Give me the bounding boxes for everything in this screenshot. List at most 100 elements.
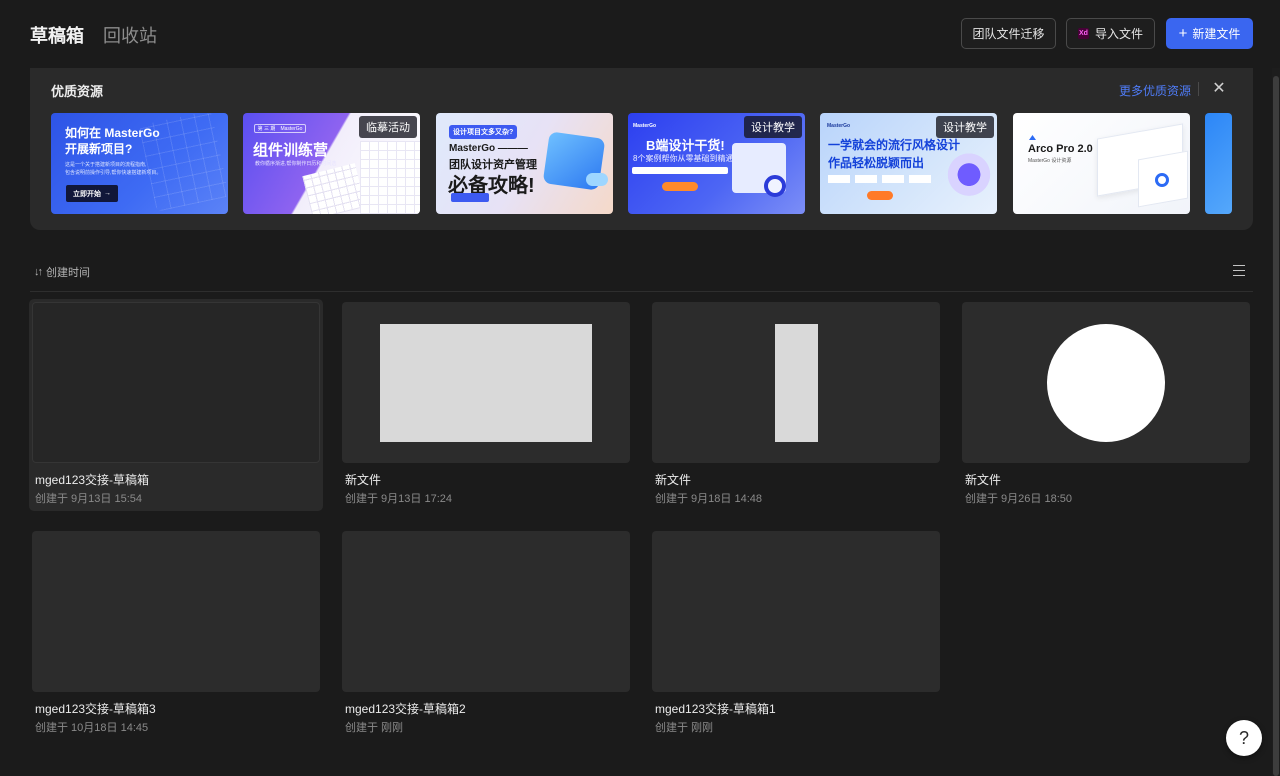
card-description: 8个案例帮你从零基础到精通! xyxy=(633,154,736,163)
card-cta xyxy=(451,193,489,202)
team-file-migrate-button[interactable]: 团队文件迁移 xyxy=(961,18,1056,49)
file-thumbnail xyxy=(652,531,940,692)
file-name: 新文件 xyxy=(965,473,1002,487)
card-logo: MasterGo xyxy=(827,123,851,129)
card-desc-line1: 这是一个关于搭建新项目的流程指南, xyxy=(65,162,147,168)
card-tag: 设计教学 xyxy=(744,116,802,138)
file-thumbnail xyxy=(962,302,1250,463)
sort-label: 创建时间 xyxy=(46,267,90,279)
calendar-illustration-back xyxy=(302,163,366,214)
card-tag: 设计教学 xyxy=(936,116,994,138)
file-date: 创建于 刚刚 xyxy=(655,722,714,734)
scrollbar-thumb[interactable] xyxy=(1273,76,1279,776)
file-date: 创建于 刚刚 xyxy=(345,722,404,734)
scrollbar[interactable] xyxy=(1272,68,1280,776)
file-card[interactable]: mged123交接-草稿箱 创建于 9月13日 15:54 xyxy=(29,299,323,511)
card-tag: 临摹活动 xyxy=(359,116,417,138)
cloud-illustration xyxy=(586,173,608,186)
file-name: 新文件 xyxy=(655,473,692,487)
card-badge: 设计项目文多又杂? xyxy=(449,125,518,139)
new-file-label: 新建文件 xyxy=(1192,27,1241,41)
file-thumbnail xyxy=(32,302,320,463)
card-title-line1: MasterGo ——— xyxy=(449,143,528,154)
calendar-illustration xyxy=(360,141,420,214)
card-title-line1: 如何在 MasterGo xyxy=(65,126,160,140)
plus-icon: + xyxy=(1178,25,1188,42)
card-strip xyxy=(632,167,728,174)
sort-icon: ↓↑ xyxy=(34,266,43,278)
resource-card-partial[interactable] xyxy=(1205,113,1232,214)
resource-card-component-camp[interactable]: 第 三 期 MasterGo 组件训练营 教你循序渐进,帮你制作日历和时间选 临… xyxy=(243,113,420,214)
arrow-right-icon: → xyxy=(104,190,111,197)
resources-title: 优质资源 xyxy=(51,84,104,99)
file-thumbnail xyxy=(652,302,940,463)
card-cta xyxy=(662,182,698,191)
arco-logo-icon xyxy=(1029,135,1036,140)
rectangle-shape xyxy=(775,324,818,442)
more-resources-link[interactable]: 更多优质资源 xyxy=(1119,82,1191,99)
card-description: MasterGo 设计资源 xyxy=(1028,158,1072,164)
resource-card-b-side-design[interactable]: MasterGo B端设计干货! 8个案例帮你从零基础到精通! 设计教学 xyxy=(628,113,805,214)
circle-shape xyxy=(1047,324,1165,442)
file-card[interactable]: 新文件 创建于 9月18日 14:48 xyxy=(649,299,943,511)
card-title-line2: 开展新项目? xyxy=(65,142,133,156)
file-name: mged123交接-草稿箱3 xyxy=(35,702,156,716)
xd-icon: Xd xyxy=(1077,28,1089,39)
resource-card-asset-management[interactable]: 设计项目文多又杂? MasterGo ——— 团队设计资产管理 必备攻略! xyxy=(436,113,613,214)
file-name: 新文件 xyxy=(345,473,382,487)
tab-trash[interactable]: 回收站 xyxy=(103,22,157,48)
card-title: 组件训练营 xyxy=(253,142,329,159)
sort-dropdown[interactable]: ↓↑ 创建时间 xyxy=(34,264,90,280)
quality-resources-panel: 优质资源 更多优质资源 ✕ 如何在 MasterGo 开展新项目? 这是一个关于… xyxy=(30,68,1253,230)
file-thumbnail xyxy=(32,531,320,692)
import-file-button[interactable]: Xd 导入文件 xyxy=(1066,18,1155,49)
sort-toolbar: ↓↑ 创建时间 xyxy=(30,256,1253,292)
file-date: 创建于 9月13日 15:54 xyxy=(35,493,142,505)
resource-card-popular-style[interactable]: MasterGo 一学就会的流行风格设计 作品轻松脱颖而出 设计教学 xyxy=(820,113,997,214)
help-button[interactable]: ? xyxy=(1226,720,1262,756)
file-card[interactable]: mged123交接-草稿箱2 创建于 刚刚 xyxy=(339,528,633,740)
file-date: 创建于 9月18日 14:48 xyxy=(655,493,762,505)
divider xyxy=(1198,82,1199,96)
file-thumbnail xyxy=(342,531,630,692)
card-description: 教你循序渐进,帮你制作日历和时间选 xyxy=(255,161,337,167)
issue-number: 第 三 期 xyxy=(257,126,276,132)
card-title-line2: 作品轻松脱颖而出 xyxy=(828,156,925,170)
file-date: 创建于 9月13日 17:24 xyxy=(345,493,452,505)
issue-brand: MasterGo xyxy=(280,125,303,132)
start-now-label: 立即开始 xyxy=(73,190,101,198)
import-file-label: 导入文件 xyxy=(1094,27,1143,41)
file-card[interactable]: 新文件 创建于 9月13日 17:24 xyxy=(339,299,633,511)
card-title: Arco Pro 2.0 xyxy=(1028,143,1093,155)
resource-card-new-project[interactable]: 如何在 MasterGo 开展新项目? 这是一个关于搭建新项目的流程指南, 包含… xyxy=(51,113,228,214)
tab-drafts[interactable]: 草稿箱 xyxy=(30,22,84,48)
file-name: mged123交接-草稿箱1 xyxy=(655,702,776,716)
file-name: mged123交接-草稿箱 xyxy=(35,473,150,487)
card-cta xyxy=(867,191,893,200)
file-card[interactable]: mged123交接-草稿箱1 创建于 刚刚 xyxy=(649,528,943,740)
start-now-button[interactable]: 立即开始 → xyxy=(66,185,118,202)
resource-card-arco-pro[interactable]: Arco Pro 2.0 MasterGo 设计资源 xyxy=(1013,113,1190,214)
list-view-icon[interactable] xyxy=(1233,265,1245,276)
file-thumbnail xyxy=(342,302,630,463)
new-file-button[interactable]: + 新建文件 xyxy=(1166,18,1253,49)
magnifier-icon xyxy=(764,175,786,197)
donut-chart-icon xyxy=(1155,173,1169,187)
card-logo: MasterGo xyxy=(633,123,657,129)
file-date: 创建于 10月18日 14:45 xyxy=(35,722,149,734)
card-title: 如何在 MasterGo 开展新项目? xyxy=(65,125,160,157)
card-description: 这是一个关于搭建新项目的流程指南, 包含说明前操作引导,帮你快速搭建新项目。 xyxy=(65,161,161,177)
card-title: B端设计干货! xyxy=(646,138,725,153)
rectangle-shape xyxy=(380,324,592,442)
file-card[interactable]: mged123交接-草稿箱3 创建于 10月18日 14:45 xyxy=(29,528,323,740)
issue-pill: 第 三 期 MasterGo xyxy=(254,124,306,133)
file-date: 创建于 9月26日 18:50 xyxy=(965,493,1072,505)
file-name: mged123交接-草稿箱2 xyxy=(345,702,466,716)
card-title-line1: 一学就会的流行风格设计 xyxy=(828,138,961,152)
card-desc-line2: 包含说明前操作引导,帮你快速搭建新项目。 xyxy=(65,170,162,176)
chair-illustration xyxy=(946,153,992,201)
close-icon[interactable]: ✕ xyxy=(1210,79,1228,97)
file-card[interactable]: 新文件 创建于 9月26日 18:50 xyxy=(959,299,1253,511)
top-header: 草稿箱 回收站 团队文件迁移 Xd 导入文件 + 新建文件 xyxy=(0,0,1280,68)
card-chips xyxy=(828,175,934,183)
